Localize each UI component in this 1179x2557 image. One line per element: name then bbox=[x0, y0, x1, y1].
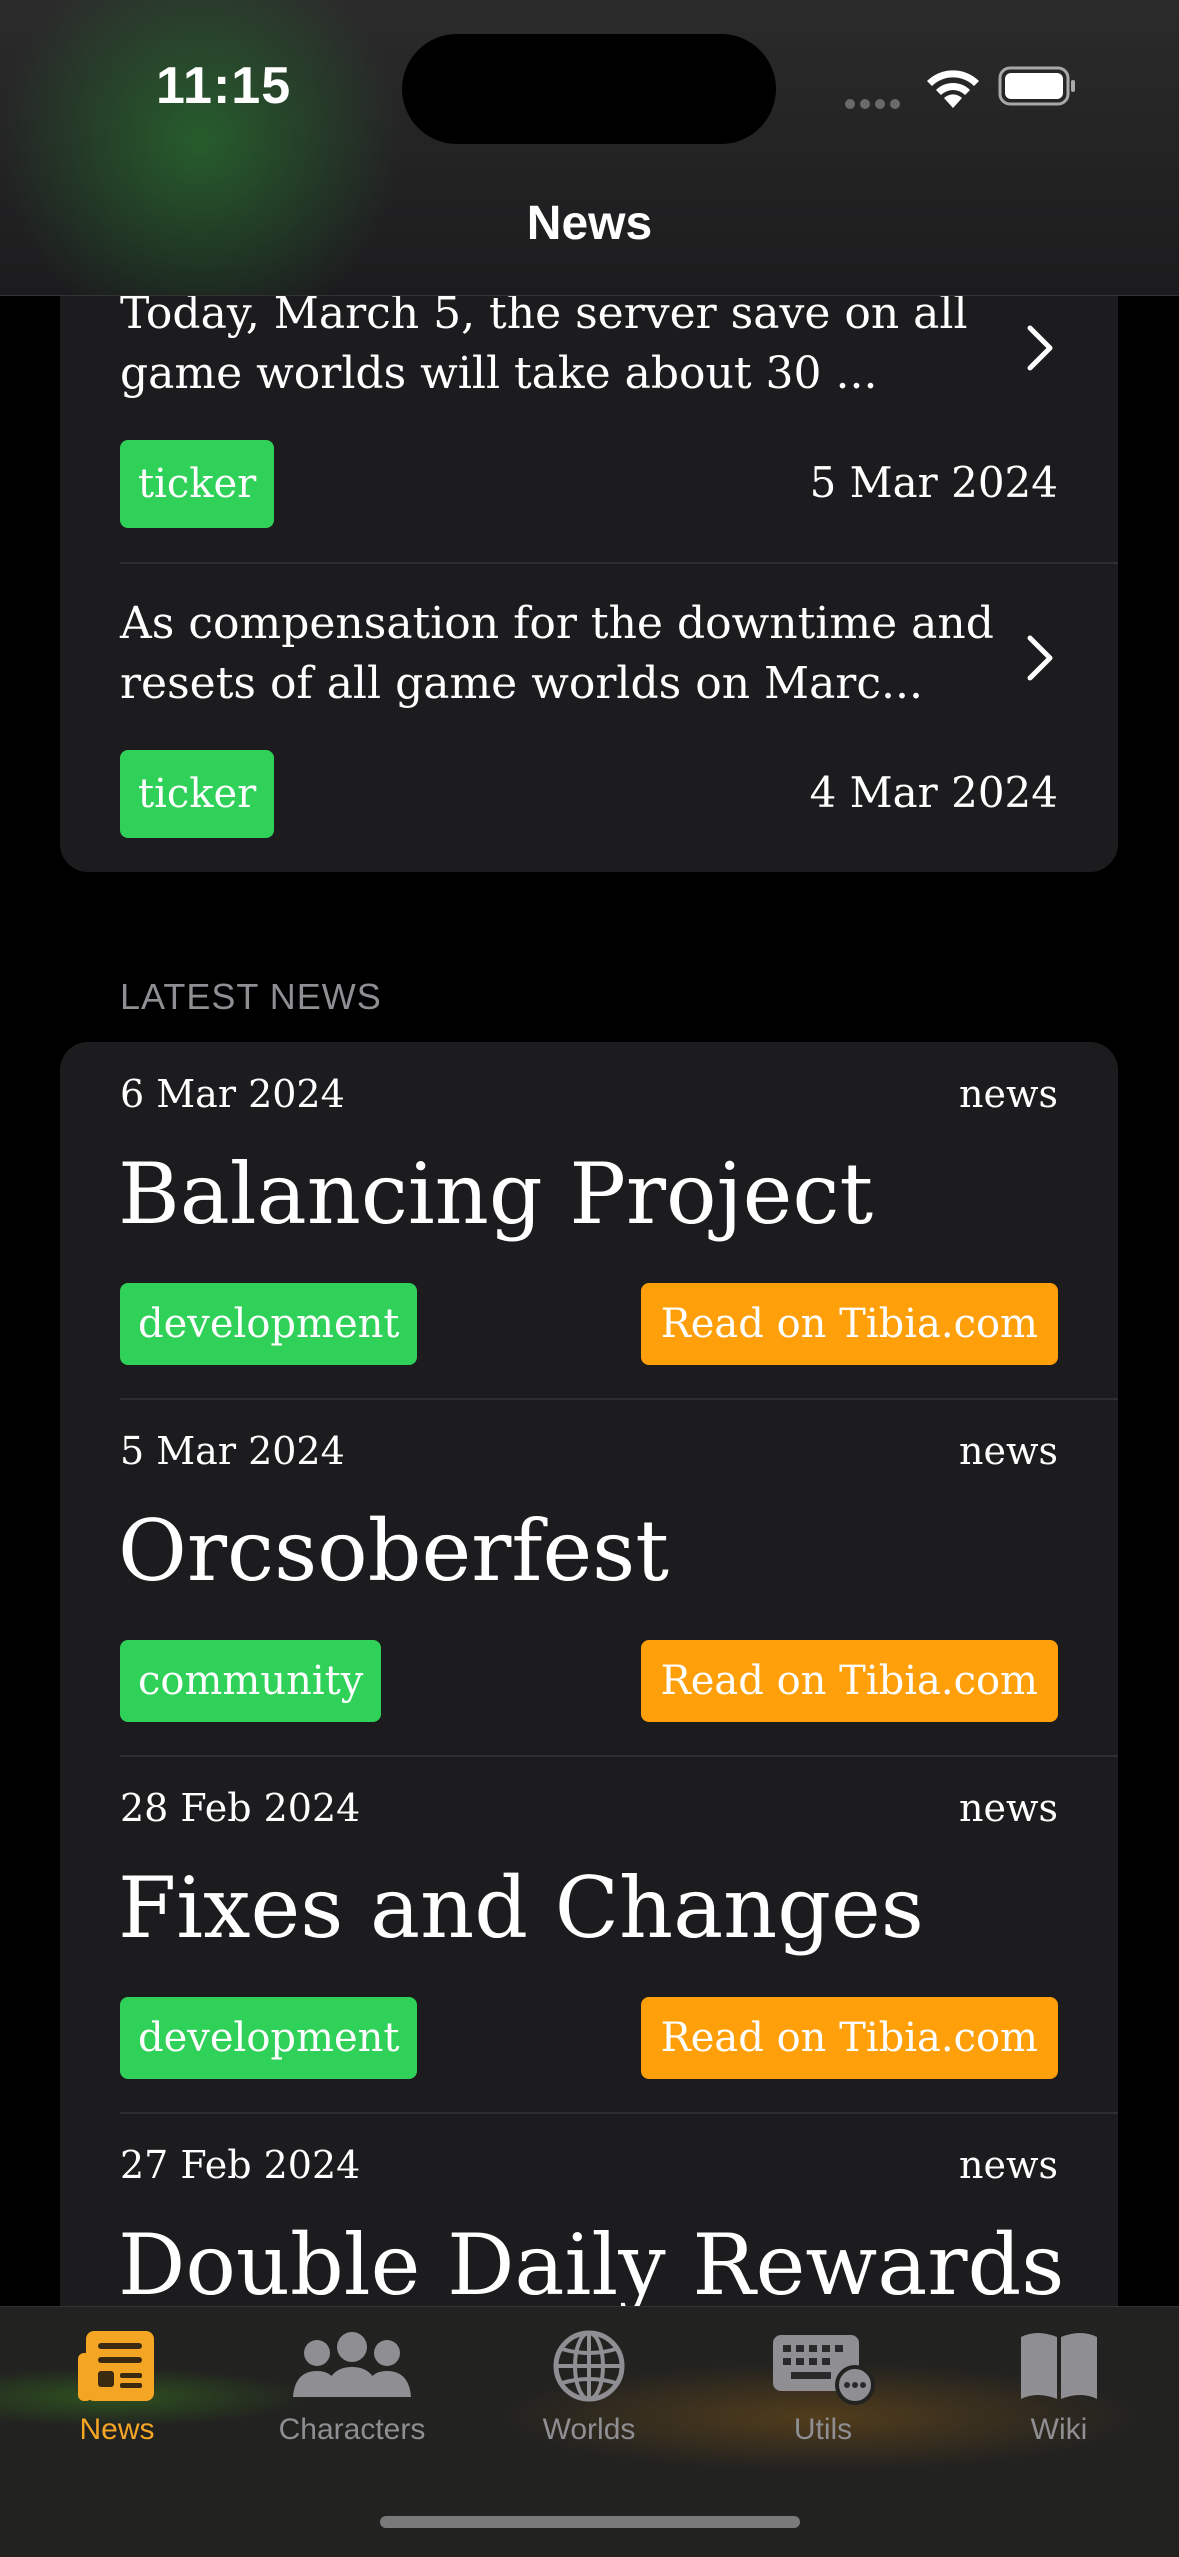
ticker-tag: ticker bbox=[120, 750, 275, 838]
home-indicator bbox=[380, 2516, 800, 2528]
news-title: Fixes and Changes bbox=[118, 1859, 924, 1957]
book-icon bbox=[1021, 2333, 1097, 2399]
news-item[interactable]: 28 Feb 2024 news Fixes and Changes devel… bbox=[60, 1756, 1118, 2113]
globe-icon bbox=[553, 2330, 625, 2402]
news-category: news bbox=[959, 1429, 1058, 1473]
ticker-list: Today, March 5, the server save on all g… bbox=[60, 240, 1118, 872]
news-date: 28 Feb 2024 bbox=[120, 1786, 361, 1830]
tab-characters[interactable]: Characters bbox=[237, 2327, 467, 2447]
tab-label: Utils bbox=[793, 2413, 853, 2446]
news-date: 6 Mar 2024 bbox=[120, 1072, 345, 1116]
news-title: Balancing Project bbox=[118, 1145, 874, 1243]
wifi-icon bbox=[927, 70, 979, 108]
news-category: news bbox=[959, 1072, 1058, 1116]
tab-wiki[interactable]: Wiki bbox=[944, 2327, 1174, 2447]
news-title: Orcsoberfest bbox=[118, 1502, 670, 1600]
chevron-right-icon bbox=[1027, 325, 1053, 371]
tab-label: Wiki bbox=[1030, 2413, 1088, 2446]
news-category: news bbox=[959, 1786, 1058, 1830]
tab-worlds[interactable]: Worlds bbox=[474, 2327, 704, 2447]
people-icon bbox=[293, 2332, 411, 2397]
ticker-date: 5 Mar 2024 bbox=[809, 458, 1058, 507]
tab-label: Characters bbox=[278, 2413, 426, 2446]
ticker-text: As compensation for the downtime and res… bbox=[120, 598, 994, 709]
ticker-tag: ticker bbox=[120, 440, 275, 528]
section-header: LATEST NEWS bbox=[120, 976, 382, 1017]
ticker-text: Today, March 5, the server save on all g… bbox=[120, 288, 968, 399]
read-on-tibia-button[interactable]: Read on Tibia.com bbox=[640, 1640, 1058, 1722]
news-tag: development bbox=[120, 1997, 418, 2079]
news-title: Double Daily Rewards bbox=[118, 2216, 1065, 2314]
dynamic-island bbox=[402, 34, 776, 144]
ticker-date: 4 Mar 2024 bbox=[809, 768, 1058, 817]
news-date: 27 Feb 2024 bbox=[120, 2143, 361, 2187]
newspaper-icon bbox=[78, 2331, 154, 2401]
cellular-signal-icon bbox=[845, 96, 905, 114]
read-on-tibia-button[interactable]: Read on Tibia.com bbox=[640, 1283, 1058, 1365]
tab-label: Worlds bbox=[542, 2413, 636, 2446]
news-category: news bbox=[959, 2143, 1058, 2187]
tab-news[interactable]: News bbox=[2, 2327, 232, 2447]
news-date: 5 Mar 2024 bbox=[120, 1429, 345, 1473]
news-item[interactable]: 6 Mar 2024 news Balancing Project develo… bbox=[60, 1042, 1118, 1399]
keyboard-icon bbox=[773, 2335, 875, 2405]
page-title: News bbox=[526, 197, 653, 250]
chevron-right-icon bbox=[1027, 635, 1053, 681]
read-on-tibia-button[interactable]: Read on Tibia.com bbox=[640, 1997, 1058, 2079]
status-time: 11:15 bbox=[156, 57, 292, 115]
tab-utils[interactable]: Utils bbox=[708, 2327, 938, 2447]
news-tag: community bbox=[120, 1640, 382, 1722]
ticker-row[interactable]: As compensation for the downtime and res… bbox=[60, 564, 1118, 872]
navigation-header: 11:15 News bbox=[0, 0, 1179, 296]
news-tag: development bbox=[120, 1283, 418, 1365]
tab-label: News bbox=[79, 2413, 155, 2446]
latest-news-list: 6 Mar 2024 news Balancing Project develo… bbox=[60, 1042, 1118, 2442]
battery-icon bbox=[998, 66, 1075, 106]
news-item[interactable]: 5 Mar 2024 news Orcsoberfest community R… bbox=[60, 1399, 1118, 1756]
